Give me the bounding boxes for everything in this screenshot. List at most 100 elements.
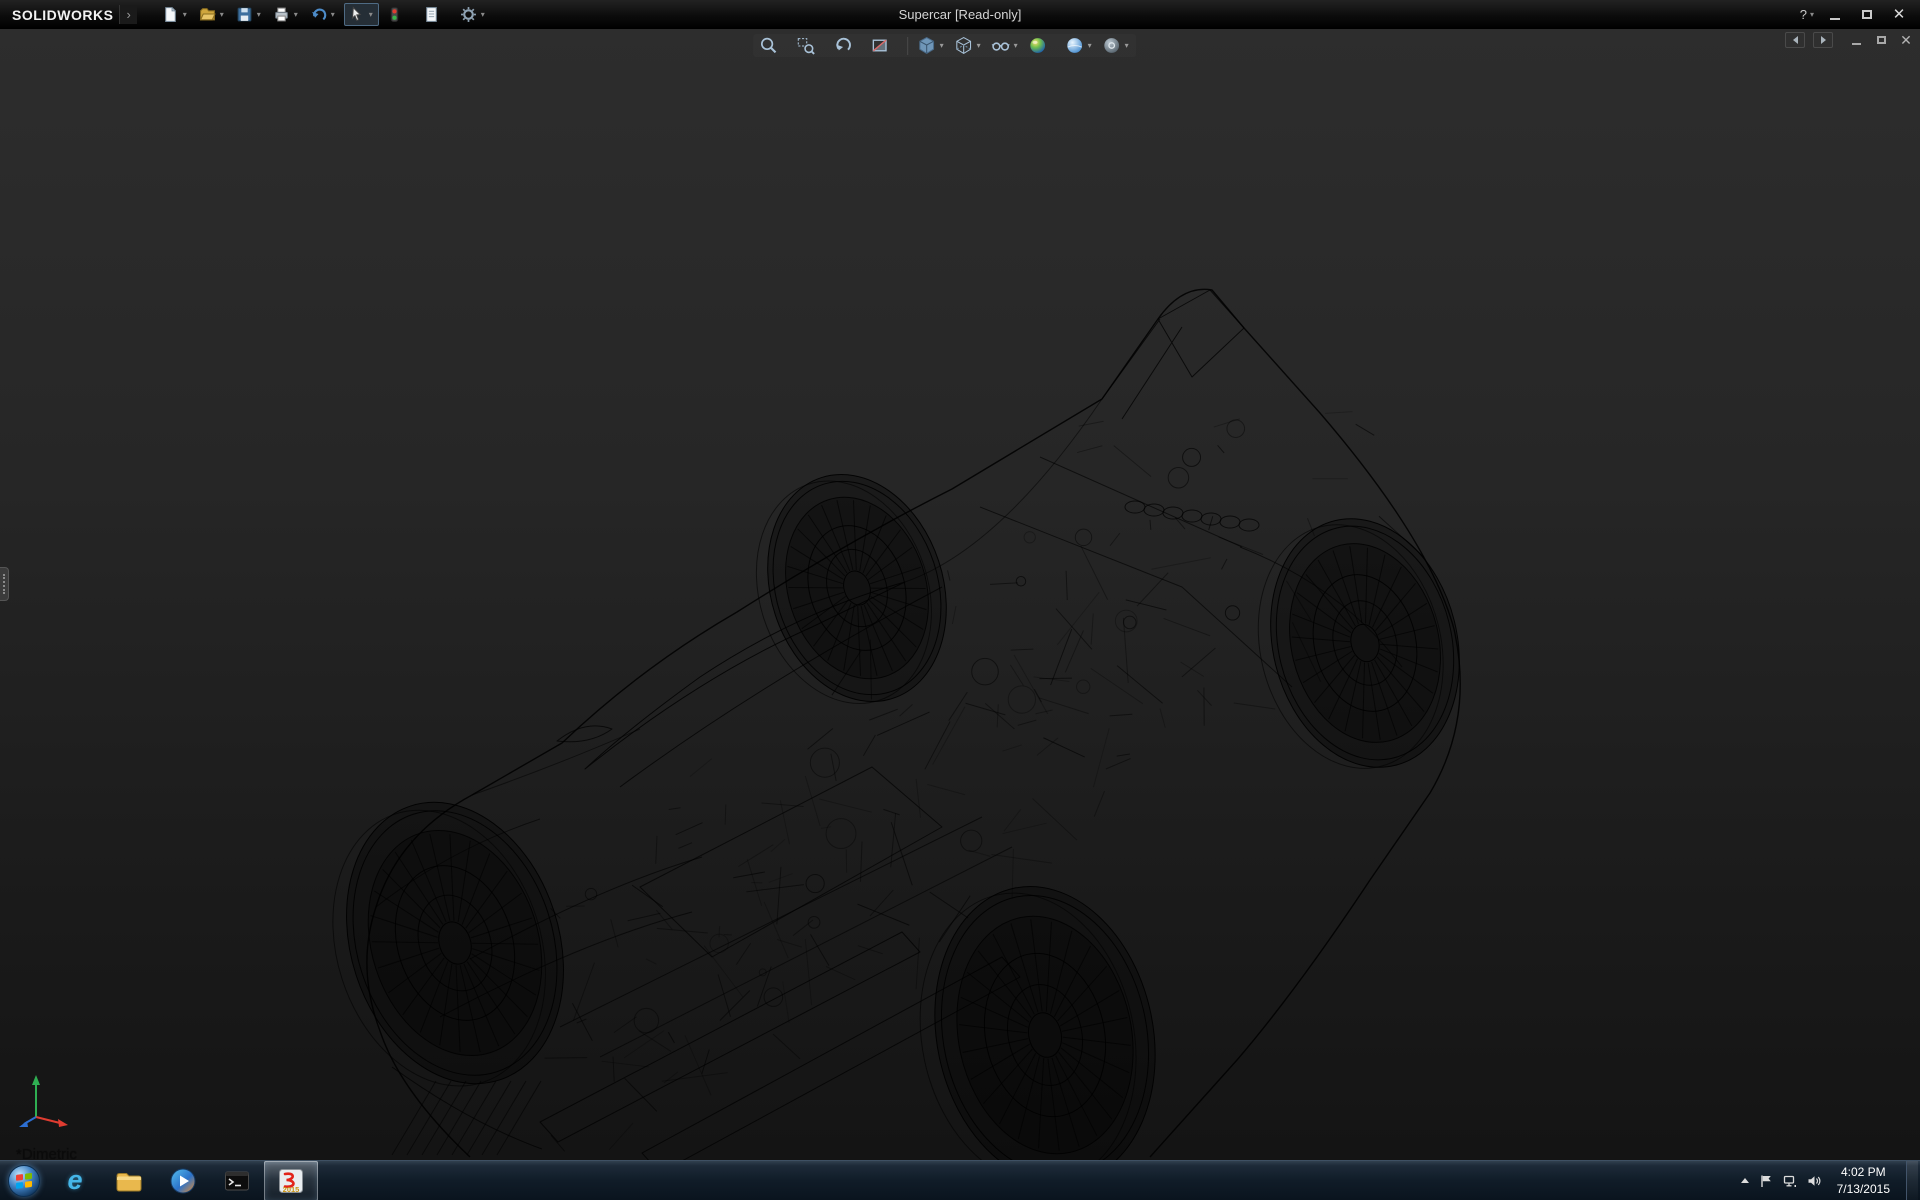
document-window-buttons: ✕ bbox=[1847, 33, 1915, 48]
help-glyph: ? bbox=[1800, 7, 1807, 22]
file-properties-icon bbox=[423, 6, 440, 23]
rebuild-icon bbox=[386, 6, 403, 23]
save-icon bbox=[236, 6, 253, 23]
display-style-icon bbox=[954, 36, 973, 55]
dropdown-caret-icon[interactable]: ▾ bbox=[255, 10, 263, 19]
edit-appearance-button[interactable] bbox=[1028, 36, 1056, 55]
taskbar-item-file-explorer[interactable] bbox=[102, 1161, 156, 1200]
dropdown-caret-icon[interactable]: ▾ bbox=[292, 10, 300, 19]
titlebar: SOLIDWORKS › ▾ ▾ bbox=[0, 0, 1920, 29]
view-orientation-cube-icon bbox=[917, 36, 936, 55]
graphics-viewport[interactable]: ▾ ▾ ▾ bbox=[0, 29, 1920, 1160]
section-view-button[interactable] bbox=[870, 36, 898, 55]
taskbar-item-solidworks[interactable]: 2015 bbox=[264, 1161, 318, 1200]
grip-dots-icon bbox=[3, 574, 5, 594]
window-title: Supercar [Read-only] bbox=[899, 7, 1022, 22]
volume-icon[interactable] bbox=[1807, 1174, 1821, 1188]
solidworks-version-badge: 2015 bbox=[283, 1185, 300, 1194]
panel-splitter-handle[interactable] bbox=[0, 567, 9, 601]
start-button[interactable] bbox=[0, 1161, 48, 1200]
dropdown-caret-icon[interactable]: ▾ bbox=[479, 10, 487, 19]
dropdown-caret-icon[interactable]: ▾ bbox=[367, 10, 375, 19]
display-style-button[interactable]: ▾ bbox=[954, 36, 982, 55]
minimize-button[interactable] bbox=[1824, 6, 1846, 24]
taskbar: e 2015 bbox=[0, 1160, 1920, 1200]
wireframe-car-model[interactable] bbox=[0, 29, 1920, 1160]
taskbar-item-media-player[interactable] bbox=[156, 1161, 210, 1200]
window-controls: ? ▾ ✕ bbox=[1800, 6, 1920, 24]
close-icon: ✕ bbox=[1893, 7, 1906, 22]
undo-button[interactable]: ▾ bbox=[307, 4, 340, 25]
system-tray: 4:02 PM 7/13/2015 bbox=[1741, 1161, 1920, 1200]
zoom-to-area-button[interactable] bbox=[796, 36, 824, 55]
previous-view-button[interactable] bbox=[833, 36, 861, 55]
previous-view-icon bbox=[833, 36, 852, 55]
maximize-icon bbox=[1862, 10, 1872, 19]
dropdown-caret-icon[interactable]: ▾ bbox=[1123, 41, 1130, 50]
toolbar-separator bbox=[907, 37, 908, 55]
show-hidden-icons-button[interactable] bbox=[1741, 1178, 1749, 1183]
open-folder-icon bbox=[199, 6, 216, 23]
zoom-to-fit-icon bbox=[759, 36, 778, 55]
apply-scene-button[interactable]: ▾ bbox=[1065, 36, 1093, 55]
help-button[interactable]: ? ▾ bbox=[1800, 7, 1814, 22]
orientation-triad bbox=[16, 1067, 72, 1134]
save-button[interactable]: ▾ bbox=[233, 4, 266, 25]
file-properties-button[interactable] bbox=[420, 4, 453, 25]
collapse-pane-right-button[interactable] bbox=[1813, 32, 1833, 48]
dropdown-caret-icon[interactable]: ▾ bbox=[938, 41, 945, 50]
zoom-to-area-icon bbox=[796, 36, 815, 55]
action-center-flag-icon[interactable] bbox=[1759, 1174, 1773, 1188]
dropdown-caret-icon[interactable]: ▾ bbox=[329, 10, 337, 19]
taskbar-item-internet-explorer[interactable]: e bbox=[48, 1161, 102, 1200]
close-icon: ✕ bbox=[1900, 33, 1912, 47]
apply-scene-icon bbox=[1065, 36, 1084, 55]
print-icon bbox=[273, 6, 290, 23]
print-button[interactable]: ▾ bbox=[270, 4, 303, 25]
dropdown-caret-icon[interactable]: ▾ bbox=[218, 10, 226, 19]
headsup-view-toolbar: ▾ ▾ ▾ bbox=[753, 34, 1136, 57]
rebuild-button[interactable] bbox=[383, 4, 416, 25]
close-button[interactable]: ✕ bbox=[1888, 6, 1910, 24]
taskbar-clock[interactable]: 4:02 PM 7/13/2015 bbox=[1831, 1164, 1896, 1196]
dropdown-caret-icon[interactable]: ▾ bbox=[181, 10, 189, 19]
network-icon[interactable] bbox=[1783, 1174, 1797, 1188]
select-tool-button[interactable]: ▾ bbox=[344, 3, 379, 26]
minimize-icon bbox=[1830, 18, 1840, 20]
view-orientation-button[interactable]: ▾ bbox=[917, 36, 945, 55]
open-document-button[interactable]: ▾ bbox=[196, 4, 229, 25]
taskbar-item-command-prompt[interactable] bbox=[210, 1161, 264, 1200]
edit-appearance-ball-icon bbox=[1028, 36, 1047, 55]
clock-date: 7/13/2015 bbox=[1837, 1181, 1890, 1197]
quick-access-toolbar: ▾ ▾ ▾ bbox=[159, 3, 490, 26]
document-restore-button[interactable] bbox=[1872, 33, 1890, 48]
windows-start-orb-icon bbox=[7, 1164, 41, 1198]
dropdown-caret-icon[interactable]: ▾ bbox=[975, 41, 982, 50]
undo-arrow-icon bbox=[310, 6, 327, 23]
folder-icon bbox=[115, 1167, 143, 1195]
document-window-controls: ✕ bbox=[1785, 32, 1915, 48]
collapse-pane-left-button[interactable] bbox=[1785, 32, 1805, 48]
show-desktop-button[interactable] bbox=[1906, 1161, 1918, 1200]
options-button[interactable]: ▾ bbox=[457, 4, 490, 25]
chevron-left-icon bbox=[1793, 36, 1798, 44]
dropdown-caret-icon[interactable]: ▾ bbox=[1012, 41, 1019, 50]
hide-show-items-button[interactable]: ▾ bbox=[991, 36, 1019, 55]
menu-expand-arrow-icon[interactable]: › bbox=[119, 5, 136, 24]
dropdown-caret-icon[interactable]: ▾ bbox=[1086, 41, 1093, 50]
brand-text: SOLIDWORKS bbox=[12, 7, 113, 23]
document-close-button[interactable]: ✕ bbox=[1897, 33, 1915, 48]
zoom-to-fit-button[interactable] bbox=[759, 36, 787, 55]
new-document-button[interactable]: ▾ bbox=[159, 4, 192, 25]
hide-show-glasses-icon bbox=[991, 36, 1010, 55]
view-settings-button[interactable]: ▾ bbox=[1102, 36, 1130, 55]
screen: SOLIDWORKS › ▾ ▾ bbox=[0, 0, 1920, 1200]
document-minimize-button[interactable] bbox=[1847, 33, 1865, 48]
maximize-button[interactable] bbox=[1856, 6, 1878, 24]
minimize-icon bbox=[1852, 43, 1861, 45]
select-cursor-icon bbox=[348, 6, 365, 23]
restore-icon bbox=[1877, 36, 1886, 44]
dropdown-caret-icon: ▾ bbox=[1810, 10, 1814, 19]
solidworks-menu[interactable]: SOLIDWORKS › bbox=[0, 0, 145, 29]
new-document-icon bbox=[162, 6, 179, 23]
